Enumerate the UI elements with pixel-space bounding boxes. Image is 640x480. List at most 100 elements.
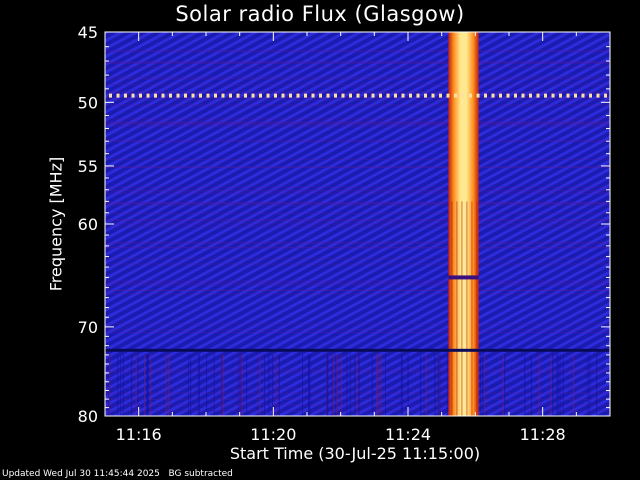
noise-row bbox=[105, 104, 610, 106]
noise-streak bbox=[562, 354, 564, 416]
interference-dot bbox=[371, 93, 375, 98]
noise-streak bbox=[146, 354, 148, 416]
noise-streak bbox=[109, 354, 111, 416]
interference-dot bbox=[259, 93, 262, 98]
noise-streak bbox=[482, 354, 484, 416]
noise-streak bbox=[119, 354, 121, 416]
interference-dot bbox=[244, 93, 247, 98]
interference-dot bbox=[146, 93, 150, 98]
noise-streak bbox=[557, 354, 559, 416]
noise-streak bbox=[573, 354, 575, 416]
noise-streak bbox=[278, 354, 280, 416]
update-footer: Updated Wed Jul 30 11:45:44 2025 BG subt… bbox=[2, 469, 233, 479]
noise-streak bbox=[240, 354, 242, 416]
interference-dot bbox=[131, 93, 135, 98]
interference-dot bbox=[559, 93, 562, 98]
interference-dot bbox=[236, 93, 240, 98]
interference-dot bbox=[566, 93, 570, 98]
noise-streak bbox=[268, 354, 270, 416]
interference-dot bbox=[124, 93, 127, 98]
interference-dot bbox=[221, 93, 225, 98]
interference-dot bbox=[476, 93, 480, 98]
interference-dot bbox=[214, 93, 217, 98]
burst-striation bbox=[451, 201, 453, 416]
noise-row bbox=[105, 51, 610, 53]
noise-streak bbox=[437, 354, 439, 416]
interference-dot bbox=[334, 93, 337, 98]
noise-streak bbox=[206, 354, 208, 416]
noise-streak bbox=[346, 354, 348, 416]
burst-striation bbox=[456, 201, 458, 416]
interference-dot bbox=[454, 93, 457, 98]
interference-dot bbox=[439, 93, 442, 98]
noise-row bbox=[105, 186, 610, 188]
interference-dot bbox=[161, 93, 165, 98]
interference-dot bbox=[469, 93, 472, 98]
noise-streak bbox=[439, 354, 441, 416]
interference-dot bbox=[319, 93, 322, 98]
noise-streak bbox=[168, 354, 170, 416]
noise-row bbox=[105, 284, 610, 286]
interference-dot bbox=[386, 93, 390, 98]
interference-dot bbox=[604, 93, 607, 98]
noise-row bbox=[105, 223, 610, 225]
interference-dot bbox=[109, 93, 112, 98]
interference-dot bbox=[229, 93, 232, 98]
interference-dot bbox=[304, 93, 307, 98]
y-tick-label: 80 bbox=[78, 407, 98, 426]
interference-dot bbox=[484, 93, 487, 98]
noise-streak bbox=[302, 354, 303, 416]
interference-dot bbox=[461, 93, 465, 98]
interference-dot bbox=[296, 93, 300, 98]
noise-row bbox=[105, 369, 610, 371]
interference-dot bbox=[184, 93, 187, 98]
x-tick-label: 11:28 bbox=[520, 425, 566, 444]
noise-row bbox=[105, 258, 610, 260]
noise-row bbox=[105, 139, 610, 141]
interference-dot bbox=[506, 93, 510, 98]
interference-dot bbox=[416, 93, 420, 98]
interference-dot bbox=[199, 93, 202, 98]
interference-dot bbox=[326, 93, 330, 98]
interference-dot bbox=[274, 93, 277, 98]
noise-streak bbox=[309, 354, 311, 416]
interference-dot bbox=[139, 93, 142, 98]
interference-dot bbox=[281, 93, 285, 98]
interference-dot bbox=[206, 93, 210, 98]
noise-streak bbox=[380, 354, 382, 416]
interference-dot bbox=[364, 93, 367, 98]
noise-streak bbox=[264, 354, 265, 416]
noise-row bbox=[105, 280, 610, 282]
noise-streak bbox=[327, 354, 329, 416]
interference-dot bbox=[356, 93, 360, 98]
interference-dot bbox=[551, 93, 555, 98]
y-tick-label: 50 bbox=[78, 93, 98, 112]
noise-streak bbox=[222, 354, 224, 416]
interference-dot bbox=[176, 93, 180, 98]
noise-streak bbox=[596, 354, 598, 416]
noise-streak bbox=[241, 354, 243, 416]
y-tick-label: 60 bbox=[78, 215, 98, 234]
noise-row bbox=[105, 125, 610, 127]
noise-streak bbox=[144, 354, 145, 416]
burst-gap bbox=[448, 275, 479, 280]
burst-striation bbox=[471, 201, 473, 416]
noise-streak bbox=[150, 354, 152, 416]
noise-row bbox=[105, 122, 610, 124]
interference-dot bbox=[491, 93, 495, 98]
interference-dot bbox=[514, 93, 517, 98]
noise-streak bbox=[376, 354, 378, 416]
noise-streak bbox=[434, 354, 436, 416]
x-tick-label: 11:20 bbox=[250, 425, 296, 444]
noise-streak bbox=[340, 354, 342, 416]
noise-streak bbox=[552, 354, 554, 416]
noise-streak bbox=[199, 354, 201, 416]
interference-dot bbox=[394, 93, 397, 98]
interference-dot bbox=[424, 93, 427, 98]
interference-dot bbox=[341, 93, 345, 98]
noise-row bbox=[105, 66, 610, 68]
noise-streak bbox=[197, 354, 199, 416]
noise-streak bbox=[401, 354, 403, 416]
noise-row bbox=[105, 190, 610, 192]
interference-dot bbox=[401, 93, 405, 98]
